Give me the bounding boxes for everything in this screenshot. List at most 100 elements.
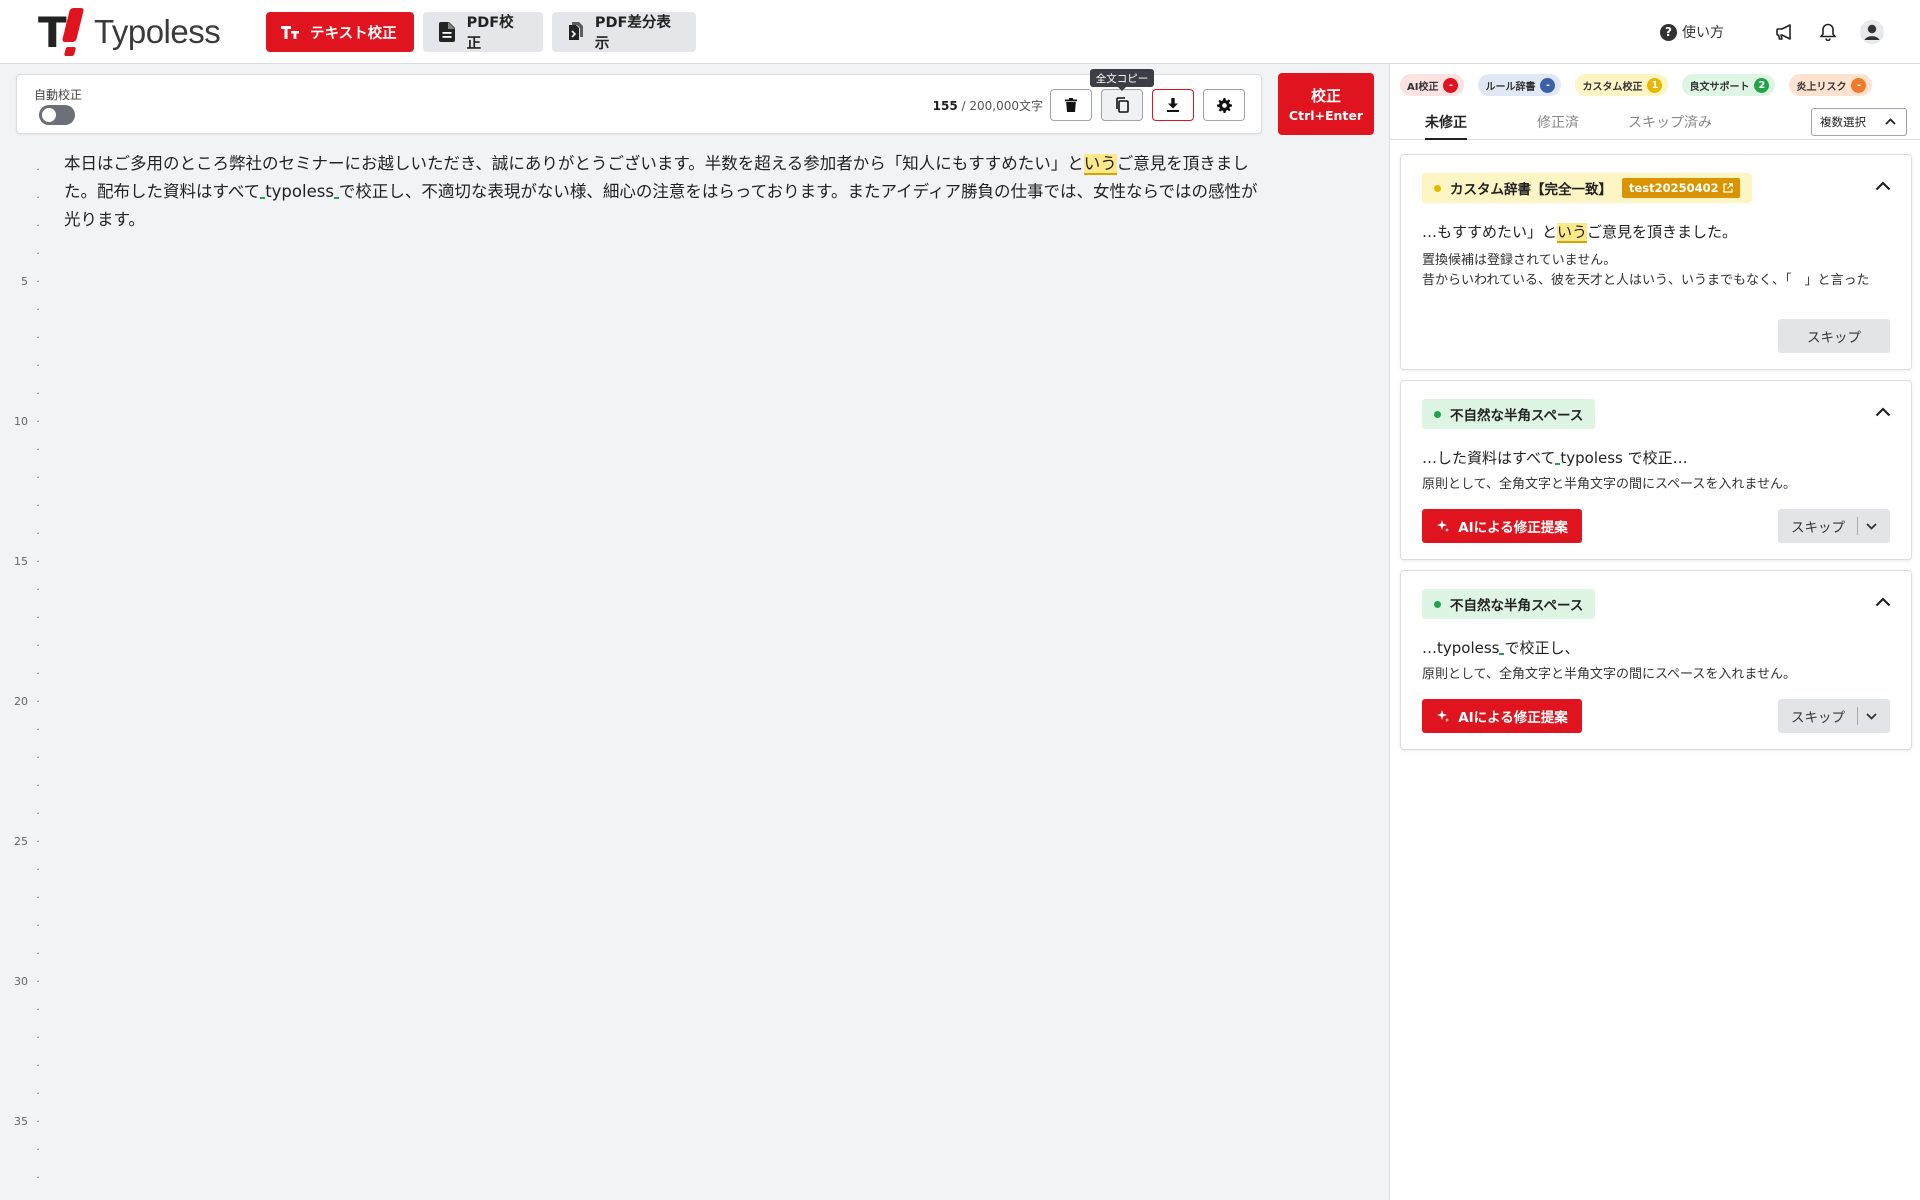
auto-proofread-label: 自動校正 [34, 88, 83, 102]
tab-unfixed[interactable]: 未修正 [1425, 112, 1467, 140]
copy-icon [1116, 97, 1129, 113]
ai-suggestion-label: AIによる修正提案 [1458, 520, 1568, 536]
external-link-icon [1723, 183, 1733, 193]
line-number: · [36, 751, 40, 764]
text-segment: typoless [265, 182, 334, 201]
announcement-button[interactable] [1776, 0, 1794, 64]
editor-toolbar: 自動校正 155 / 200,000文字 [16, 74, 1262, 134]
user-avatar-button[interactable] [1860, 0, 1884, 64]
line-number: · [36, 807, 40, 820]
chevron-down-icon[interactable] [1866, 522, 1877, 530]
line-number: · [36, 499, 40, 512]
collapse-button[interactable] [1875, 405, 1891, 421]
line-number: · [36, 891, 40, 904]
chip-count-badge: - [1851, 77, 1867, 93]
line-number: · [36, 639, 40, 652]
dict-link[interactable]: test20250402 [1622, 178, 1740, 198]
skip-button[interactable]: スキップ [1778, 319, 1890, 353]
filter-chip[interactable]: AI校正 - [1400, 74, 1465, 96]
text-segment: 光ります。 [64, 210, 145, 229]
custom-dict-highlight[interactable]: いう [1083, 154, 1117, 175]
skip-label: スキップ [1791, 520, 1845, 536]
collapse-button[interactable] [1875, 595, 1891, 611]
excerpt-highlight: いう [1557, 223, 1588, 243]
line-number: 20 · [14, 695, 40, 708]
line-number: · [36, 947, 40, 960]
collapse-button[interactable] [1875, 179, 1891, 195]
sparkle-icon [1437, 520, 1450, 532]
nav-pdf-proofread-button[interactable]: PDF校正 [423, 12, 543, 52]
notification-button[interactable] [1820, 0, 1836, 64]
line-number: 30 · [14, 975, 40, 988]
line-number: · [36, 471, 40, 484]
chip-label: ルール辞書 [1485, 81, 1536, 93]
line-number: · [36, 219, 40, 232]
char-count: 155 [932, 99, 958, 113]
line-number: · [36, 163, 40, 176]
clear-text-button[interactable] [1050, 89, 1092, 121]
tab-fixed[interactable]: 修正済 [1537, 112, 1579, 140]
note-line: 昔からいわれている、彼を天才と人はいう、いうまでもなく、「 」と言った [1422, 273, 1870, 288]
filter-chip[interactable]: カスタム校正 1 [1575, 74, 1669, 96]
line-number: · [36, 1031, 40, 1044]
auto-proofread-toggle[interactable] [39, 105, 75, 125]
download-button[interactable] [1152, 89, 1194, 121]
nav-text-proofread-button[interactable]: テキスト校正 [266, 12, 414, 52]
chip-count-badge: 2 [1754, 77, 1770, 93]
issue-tag-label: 不自然な半角スペース [1450, 408, 1584, 424]
nav-pdf-diff-button[interactable]: PDF差分表示 [552, 12, 696, 52]
line-number: · [36, 359, 40, 372]
line-number: 15 · [14, 555, 40, 568]
nav-label: PDF校正 [466, 15, 514, 52]
proofread-submit-button[interactable]: 校正 Ctrl+Enter [1278, 73, 1374, 135]
category-filter-chips: AI校正 - ルール辞書 - カスタム校正 1 良文サポート 2 炎上リスク - [1400, 74, 1886, 96]
settings-button[interactable] [1203, 89, 1245, 121]
excerpt-text: で校正し、 [1504, 639, 1580, 657]
issue-note: 置換候補は登録されていません。 昔からいわれている、彼を天才と人はいう、いうまで… [1422, 251, 1891, 291]
issue-note: 原則として、全角文字と半角文字の間にスペースを入れません。 [1422, 667, 1797, 682]
issue-tag-custom-dict: カスタム辞書【完全一致】 test20250402 [1422, 173, 1752, 203]
ai-suggestion-button[interactable]: AIによる修正提案 [1422, 509, 1582, 543]
multi-select-button[interactable]: 複数選択 [1811, 108, 1907, 136]
logo-mark-icon: T [38, 8, 92, 56]
chip-count-badge: - [1540, 77, 1556, 93]
skip-split-button[interactable]: スキップ [1778, 699, 1890, 733]
line-number: 10 · [14, 415, 40, 428]
line-number: 25 · [14, 835, 40, 848]
text-segment: ご意見を頂きまし [1116, 154, 1249, 173]
typoless-logo[interactable]: T Typoless [38, 8, 221, 56]
issue-card: 不自然な半角スペース …した資料はすべて typoless で校正… 原則として、… [1400, 380, 1912, 560]
issue-excerpt[interactable]: …typoless で校正し、 [1422, 637, 1580, 658]
line-number: · [36, 1143, 40, 1156]
line-number: · [36, 779, 40, 792]
excerpt-text: …typoless [1422, 639, 1500, 657]
text-editor[interactable]: · · · · 5 · · · · · 10 · · · · · 15 · · · · · 20 · · · · · 25 · · · · · 30… [0, 142, 1388, 1200]
editor-text[interactable]: 本日はご多用のところ弊社のセミナーにお越しいただき、誠にありがとうございます。半… [64, 150, 1364, 234]
skip-split-button[interactable]: スキップ [1778, 509, 1890, 543]
copy-all-tooltip: 全文コピー [1090, 69, 1154, 91]
issue-excerpt[interactable]: …もすすめたい」というご意見を頂きました。 [1422, 221, 1737, 243]
trash-icon [1065, 98, 1077, 112]
ai-suggestion-button[interactable]: AIによる修正提案 [1422, 699, 1582, 733]
dict-name: test20250402 [1629, 181, 1719, 195]
chevron-down-icon[interactable] [1866, 712, 1877, 720]
char-limit: / 200,000文字 [961, 99, 1043, 113]
line-number-gutter: · · · · 5 · · · · · 10 · · · · · 15 · · · · · 20 · · · · · 25 · · · · · 30… [0, 142, 44, 1200]
copy-all-button[interactable] [1101, 89, 1143, 121]
issue-note: 原則として、全角文字と半角文字の間にスペースを入れません。 [1422, 477, 1797, 492]
megaphone-icon [1776, 24, 1791, 40]
filter-chip[interactable]: 炎上リスク - [1789, 74, 1873, 96]
filter-chip[interactable]: ルール辞書 - [1478, 74, 1562, 96]
issue-excerpt[interactable]: …した資料はすべて typoless で校正… [1422, 447, 1688, 468]
filter-chip[interactable]: 良文サポート 2 [1682, 74, 1776, 96]
line-number: · [36, 191, 40, 204]
question-icon: ? [1660, 23, 1677, 41]
line-number: · [36, 247, 40, 260]
ai-suggestion-label: AIによる修正提案 [1458, 710, 1568, 726]
line-number: · [36, 863, 40, 876]
multi-select-label: 複数選択 [1820, 115, 1866, 129]
excerpt-text: …した資料はすべて [1422, 449, 1556, 467]
help-link[interactable]: ? 使い方 [1660, 0, 1724, 64]
skip-label: スキップ [1791, 710, 1845, 726]
tab-skipped[interactable]: スキップ済み [1628, 112, 1712, 140]
